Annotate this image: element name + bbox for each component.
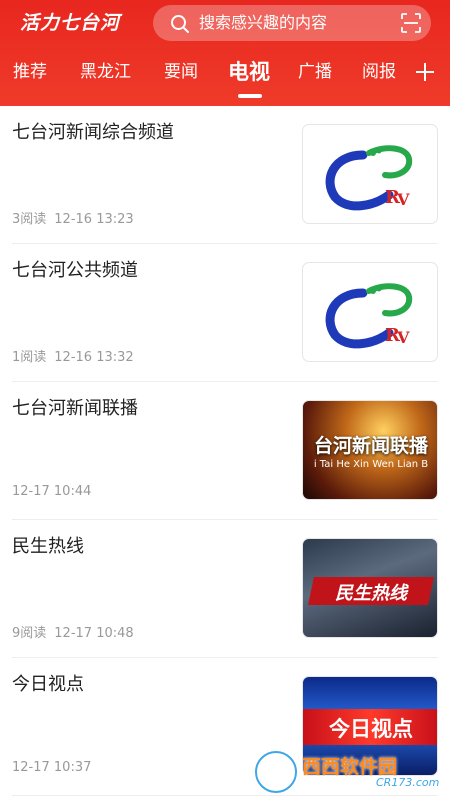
channel-tabs: 推荐 黑龙江 要闻 电视 广播 阅报 bbox=[0, 52, 450, 98]
active-tab-indicator bbox=[238, 94, 262, 98]
list-item[interactable]: 民生热线 9阅读 12-17 10:48 民生热线 bbox=[12, 520, 438, 658]
tab-headlines[interactable]: 要闻 bbox=[164, 52, 198, 92]
item-meta: 12-17 10:37 bbox=[12, 760, 91, 775]
news-broadcast-thumbnail: 台河新闻联播 i Tai He Xin Wen Lian B bbox=[302, 400, 438, 500]
item-meta: 9阅读 12-17 10:48 bbox=[12, 622, 134, 641]
tab-tv[interactable]: 电视 bbox=[228, 52, 270, 92]
watermark-text: 西西软件园 bbox=[302, 756, 398, 778]
read-count: 1阅读 bbox=[12, 350, 47, 365]
svg-text:V: V bbox=[396, 328, 410, 347]
item-meta: 12-17 10:44 bbox=[12, 484, 91, 499]
tab-heilongjiang[interactable]: 黑龙江 bbox=[80, 52, 131, 92]
publish-time: 12-17 10:37 bbox=[12, 760, 92, 775]
thumbnail-caption: 台河新闻联播 bbox=[313, 435, 428, 457]
list-item[interactable]: 七台河公共频道 1阅读 12-16 13:32 R V bbox=[12, 244, 438, 382]
publish-time: 12-16 13:32 bbox=[54, 350, 134, 365]
item-title: 民生热线 bbox=[12, 536, 84, 557]
scan-icon[interactable] bbox=[401, 13, 421, 33]
thumbnail-caption: 今日视点 bbox=[329, 717, 413, 741]
watermark: 西西软件园 CR173.com bbox=[250, 744, 450, 800]
read-count: 9阅读 bbox=[12, 626, 47, 641]
channel-logo-thumbnail: R V bbox=[302, 124, 438, 224]
search-placeholder: 搜索感兴趣的内容 bbox=[199, 13, 328, 32]
tab-radio[interactable]: 广播 bbox=[298, 52, 332, 92]
app-logo[interactable]: 活力七台河 bbox=[20, 8, 120, 38]
item-meta: 3阅读 12-16 13:23 bbox=[12, 208, 134, 227]
svg-text:V: V bbox=[396, 190, 410, 209]
search-icon bbox=[171, 15, 189, 33]
item-title: 今日视点 bbox=[12, 674, 84, 695]
publish-time: 12-17 10:44 bbox=[12, 484, 92, 499]
item-meta: 1阅读 12-16 13:32 bbox=[12, 346, 134, 365]
thumbnail-subcaption: i Tai He Xin Wen Lian B bbox=[313, 459, 429, 470]
plus-icon[interactable] bbox=[414, 61, 436, 83]
list-item[interactable]: 七台河新闻联播 12-17 10:44 台河新闻联播 i Tai He Xin … bbox=[12, 382, 438, 520]
tab-recommend[interactable]: 推荐 bbox=[13, 52, 47, 92]
list-item[interactable]: 七台河新闻综合频道 3阅读 12-16 13:23 R V bbox=[12, 106, 438, 244]
search-bar[interactable]: 搜索感兴趣的内容 bbox=[153, 5, 431, 41]
thumbnail-caption: 民生热线 bbox=[335, 583, 407, 604]
channel-logo-icon: R V bbox=[325, 283, 413, 349]
watermark-subtext: CR173.com bbox=[376, 776, 440, 789]
top-bar: 活力七台河 搜索感兴趣的内容 bbox=[0, 0, 450, 48]
item-title: 七台河新闻综合频道 bbox=[12, 122, 174, 143]
channel-logo-thumbnail: R V bbox=[302, 262, 438, 362]
read-count: 3阅读 bbox=[12, 212, 47, 227]
item-title: 七台河公共频道 bbox=[12, 260, 138, 281]
item-title: 七台河新闻联播 bbox=[12, 398, 138, 419]
app-header: 活力七台河 搜索感兴趣的内容 推荐 黑龙江 要闻 电视 广播 阅报 bbox=[0, 0, 450, 106]
channel-logo-icon: R V bbox=[325, 145, 413, 211]
publish-time: 12-17 10:48 bbox=[54, 626, 134, 641]
publish-time: 12-16 13:23 bbox=[54, 212, 134, 227]
minsheng-thumbnail: 民生热线 bbox=[302, 538, 438, 638]
tab-newspaper[interactable]: 阅报 bbox=[362, 52, 396, 92]
